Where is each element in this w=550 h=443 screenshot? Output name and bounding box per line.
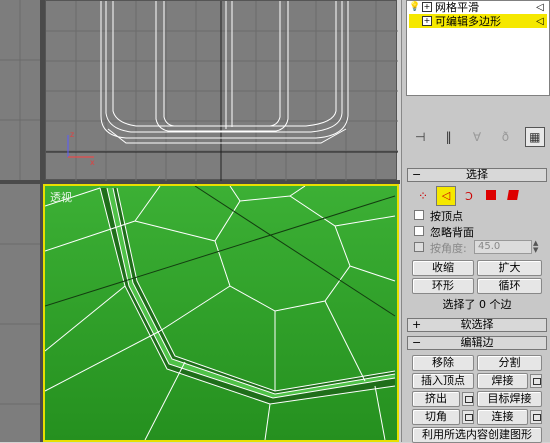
show-end-result-icon[interactable]: ‖ (440, 128, 458, 146)
connect-button[interactable]: 连接 (477, 409, 528, 425)
extrude-button[interactable]: 挤出 (412, 391, 460, 407)
stack-toolbar: ⊣ ‖ ∀ ð ▦ (406, 126, 550, 148)
weld-button[interactable]: 焊接 (477, 373, 528, 389)
create-shape-button[interactable]: 利用所选内容创建图形 (412, 427, 542, 443)
remove-modifier-icon[interactable]: ð (496, 128, 514, 146)
by-vertex-checkbox[interactable] (414, 210, 424, 220)
chamfer-settings-icon[interactable] (462, 410, 474, 424)
rollout-selection-header[interactable]: − 选择 (407, 168, 547, 182)
vertex-mode-icon[interactable]: ⁘ (414, 189, 432, 203)
lightbulb-icon[interactable]: 💡 (409, 2, 420, 12)
front-viewport[interactable]: z x (45, 0, 398, 181)
pin-triangle-icon: ◁ (536, 1, 544, 13)
edge-mode-icon[interactable]: ◁ (436, 186, 456, 206)
rollout-title: 选择 (466, 168, 488, 181)
ring-button[interactable]: 环形 (412, 278, 474, 294)
connect-settings-icon[interactable] (530, 410, 542, 424)
perspective-viewport-label[interactable]: 透视 (50, 189, 72, 205)
split-button[interactable]: 分割 (477, 355, 542, 371)
pin-stack-icon[interactable]: ⊣ (411, 128, 429, 146)
border-mode-icon[interactable]: Ↄ (460, 190, 478, 203)
modifier-label: 可编辑多边形 (435, 15, 501, 28)
expand-icon[interactable]: + (422, 2, 432, 12)
extrude-settings-icon[interactable] (462, 392, 474, 406)
rollout-soft-selection-header[interactable]: + 软选择 (407, 318, 547, 332)
remove-button[interactable]: 移除 (412, 355, 474, 371)
ignore-backfacing-label: 忽略背面 (430, 226, 474, 239)
axis-gizmo: z x (67, 130, 95, 167)
rollout-title: 软选择 (460, 318, 494, 331)
svg-text:z: z (70, 130, 74, 139)
angle-spinner[interactable]: ▲ ▼ (533, 240, 542, 254)
polygon-mode-icon[interactable] (482, 189, 500, 203)
left-viewport-top[interactable] (0, 0, 40, 180)
left-viewport-bottom[interactable] (0, 184, 40, 442)
modifier-stack-item-meshsmooth[interactable]: 💡 + 网格平滑 ◁ (409, 0, 547, 14)
pin-triangle-icon: ◁ (536, 15, 544, 27)
expand-icon[interactable]: + (422, 16, 432, 26)
shrink-button[interactable]: 收缩 (412, 260, 474, 276)
by-angle-label: 按角度: (430, 242, 467, 255)
ignore-backfacing-checkbox[interactable] (414, 226, 424, 236)
element-mode-icon[interactable] (504, 189, 522, 203)
rollout-title: 编辑边 (460, 336, 494, 349)
loop-button[interactable]: 循环 (477, 278, 542, 294)
configure-modifier-sets-icon[interactable]: ▦ (524, 127, 545, 147)
svg-text:x: x (90, 158, 95, 167)
make-unique-icon[interactable]: ∀ (468, 128, 486, 146)
by-vertex-label: 按顶点 (430, 210, 463, 223)
grow-button[interactable]: 扩大 (477, 260, 542, 276)
by-angle-checkbox[interactable] (414, 242, 424, 252)
weld-settings-icon[interactable] (530, 374, 542, 388)
modifier-stack-item-editable-poly[interactable]: + 可编辑多边形 ◁ (409, 14, 547, 28)
front-viewport-grid: z x (46, 1, 398, 181)
selection-status: 选择了 0 个边 (442, 298, 512, 311)
subobject-level-buttons: ⁘ ◁ Ↄ (414, 186, 534, 206)
chamfer-button[interactable]: 切角 (412, 409, 460, 425)
modifier-stack[interactable]: 💡 + 网格平滑 ◁ + 可编辑多边形 ◁ (406, 0, 550, 96)
angle-input[interactable]: 45.0 (474, 240, 532, 254)
perspective-viewport[interactable]: 透视 (43, 184, 399, 442)
perspective-render (45, 186, 397, 440)
rollout-edit-edges-header[interactable]: − 编辑边 (407, 336, 547, 350)
insert-vertex-button[interactable]: 插入顶点 (412, 373, 474, 389)
target-weld-button[interactable]: 目标焊接 (477, 391, 542, 407)
